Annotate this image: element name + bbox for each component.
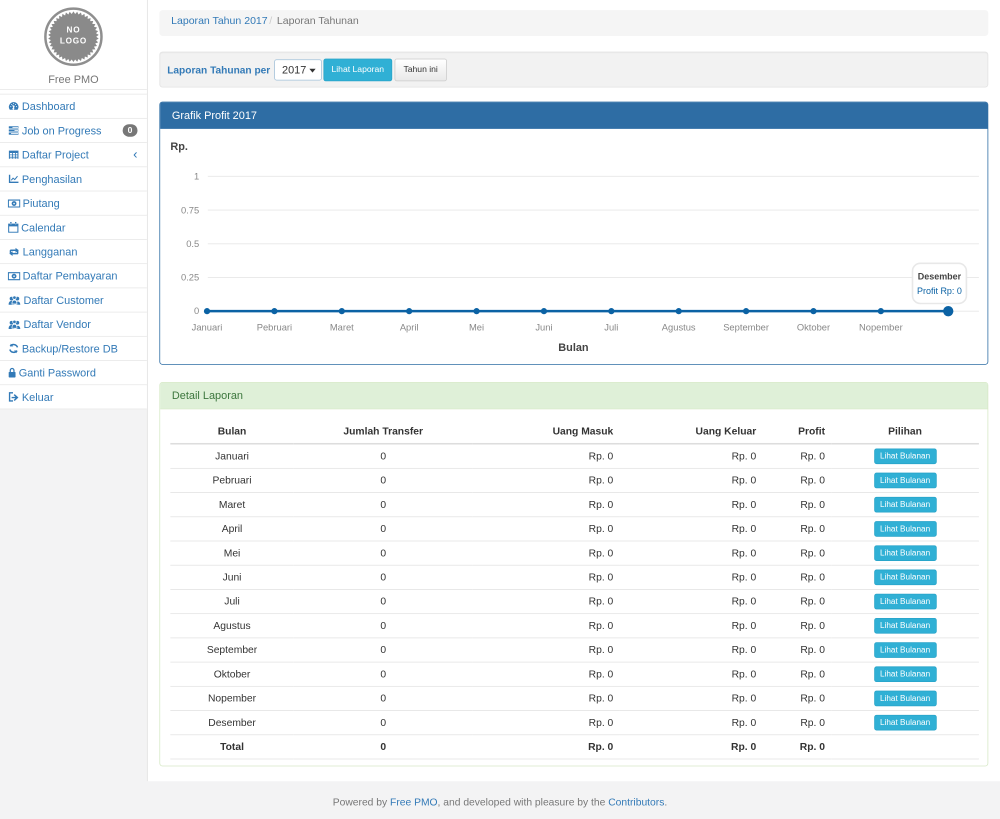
svg-text:Pebruari: Pebruari bbox=[257, 322, 292, 332]
svg-text:Agustus: Agustus bbox=[662, 322, 696, 332]
svg-text:Mei: Mei bbox=[469, 322, 484, 332]
svg-text:Profit Rp: 0: Profit Rp: 0 bbox=[917, 286, 962, 296]
svg-text:1: 1 bbox=[194, 172, 199, 182]
svg-text:Juni: Juni bbox=[535, 322, 552, 332]
svg-text:0.75: 0.75 bbox=[181, 205, 199, 215]
svg-text:Januari: Januari bbox=[192, 322, 223, 332]
svg-text:Bulan: Bulan bbox=[558, 342, 588, 354]
svg-text:Nopember: Nopember bbox=[859, 322, 903, 332]
svg-text:Juli: Juli bbox=[604, 322, 618, 332]
svg-text:April: April bbox=[400, 322, 419, 332]
svg-text:Maret: Maret bbox=[330, 322, 354, 332]
svg-text:Desember: Desember bbox=[918, 271, 962, 281]
svg-text:September: September bbox=[723, 322, 769, 332]
svg-text:Oktober: Oktober bbox=[797, 322, 830, 332]
svg-text:0.5: 0.5 bbox=[186, 239, 199, 249]
svg-text:Rp.: Rp. bbox=[170, 141, 188, 153]
svg-text:LOGO: LOGO bbox=[60, 36, 87, 45]
svg-text:0: 0 bbox=[194, 306, 199, 316]
svg-text:0.25: 0.25 bbox=[181, 272, 199, 282]
svg-text:NO: NO bbox=[67, 25, 81, 34]
